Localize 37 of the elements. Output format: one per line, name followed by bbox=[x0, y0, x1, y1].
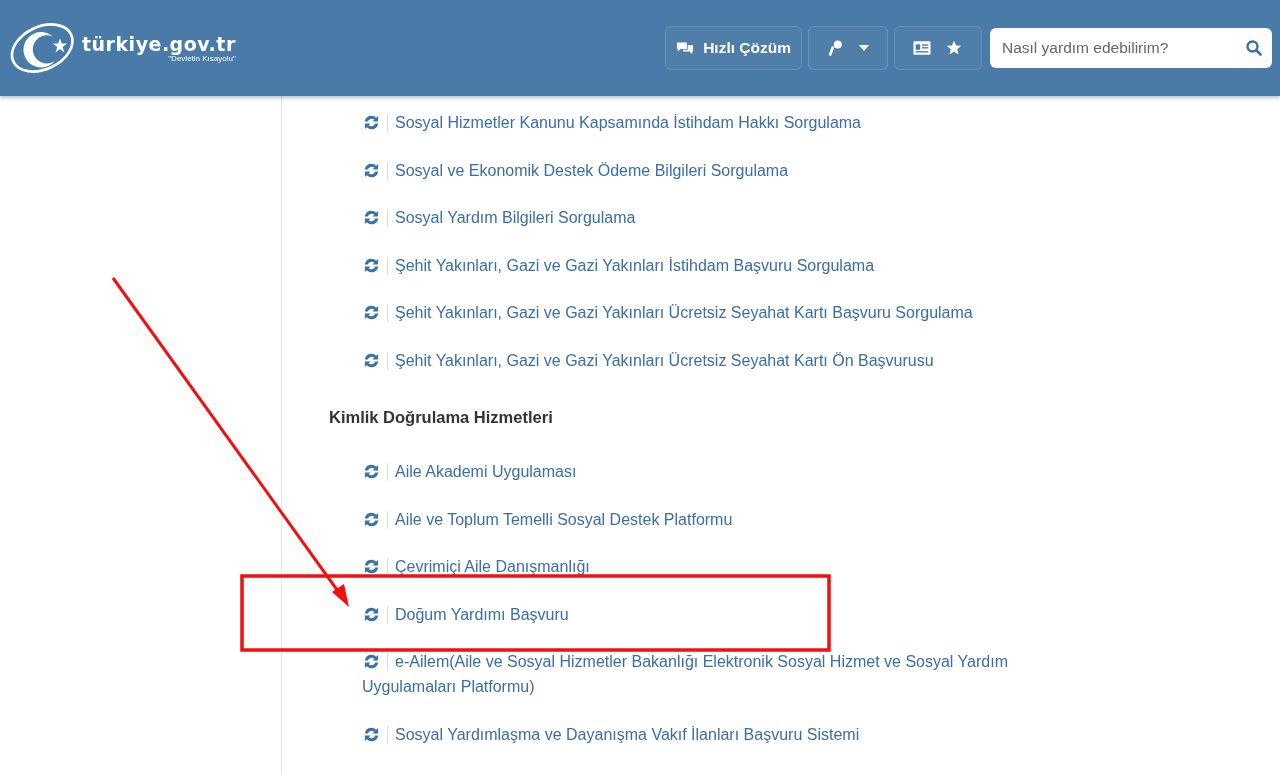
service-link[interactable]: Şehit Yakınları, Gazi ve Gazi Yakınları Ücretsiz Seyahat Kartı Başvuru Sorgulama bbox=[362, 300, 1042, 325]
quick-solution-button[interactable]: Hızlı Çözüm bbox=[665, 26, 802, 70]
refresh-icon bbox=[362, 463, 381, 480]
service-link[interactable]: Şehit Yakınları, Gazi ve Gazi Yakınları Ücretsiz Seyahat Kartı Ön Başvurusu bbox=[362, 347, 1042, 373]
id-card-favorites-button[interactable] bbox=[894, 26, 982, 70]
refresh-icon bbox=[362, 304, 381, 321]
logo-tagline: "Devletin Kısayolu" bbox=[168, 54, 236, 63]
refresh-icon bbox=[362, 114, 381, 131]
login-dropdown-button[interactable] bbox=[808, 26, 888, 70]
caret-icon bbox=[859, 45, 869, 51]
service-link[interactable]: e-Ailem(Aile ve Sosyal Hizmetler Bakanlığı Elektronik Sosyal Hizmet ve Sosyal Yardım Uygulamaları Platformu) bbox=[362, 649, 1042, 699]
star-icon bbox=[945, 40, 963, 56]
refresh-icon bbox=[362, 351, 381, 369]
refresh-icon bbox=[362, 653, 381, 670]
service-link[interactable]: Şehit Yakınları, Gazi ve Gazi Yakınları İstihdam Başvuru Sorgulama bbox=[362, 252, 1042, 278]
search-field[interactable]: Nasıl yardım edebilirim? bbox=[990, 28, 1272, 68]
service-link[interactable]: Sosyal Yardım Bilgileri Sorgulama bbox=[362, 205, 1042, 230]
refresh-icon bbox=[362, 605, 381, 623]
refresh-icon bbox=[362, 725, 381, 743]
search-icon bbox=[1246, 40, 1262, 56]
service-link[interactable]: Aile ve Toplum Temelli Sosyal Destek Platformu bbox=[362, 506, 1042, 532]
service-link[interactable]: Doğum Yardımı Başvuru bbox=[362, 601, 1042, 627]
refresh-icon bbox=[362, 256, 381, 274]
service-link[interactable]: Sosyal Yardımlaşma ve Dayanışma Vakıf İlanları Başvuru Sistemi bbox=[362, 721, 1042, 747]
service-link[interactable]: Sosyal Hizmetler Kanunu Kapsamında İstihdam Hakkı Sorgulama bbox=[362, 110, 1042, 135]
section-heading: Kimlik Doğrulama Hizmetleri bbox=[329, 408, 554, 427]
logo-text[interactable]: türkiye.gov.tr bbox=[82, 33, 236, 55]
service-link[interactable]: Çevrimiçi Aile Danışmanlığı bbox=[362, 554, 1042, 579]
id-card-icon bbox=[913, 40, 931, 56]
service-link[interactable]: Aile Akademi Uygulaması bbox=[362, 459, 1042, 484]
service-link[interactable]: Sosyal ve Ekonomik Destek Ödeme Bilgileri Sorgulama bbox=[362, 157, 1042, 183]
chat-bubbles-icon bbox=[676, 40, 695, 56]
key-icon bbox=[827, 40, 845, 56]
refresh-icon bbox=[362, 209, 381, 226]
refresh-icon bbox=[362, 161, 381, 179]
refresh-icon bbox=[362, 510, 381, 528]
refresh-icon bbox=[362, 558, 381, 575]
